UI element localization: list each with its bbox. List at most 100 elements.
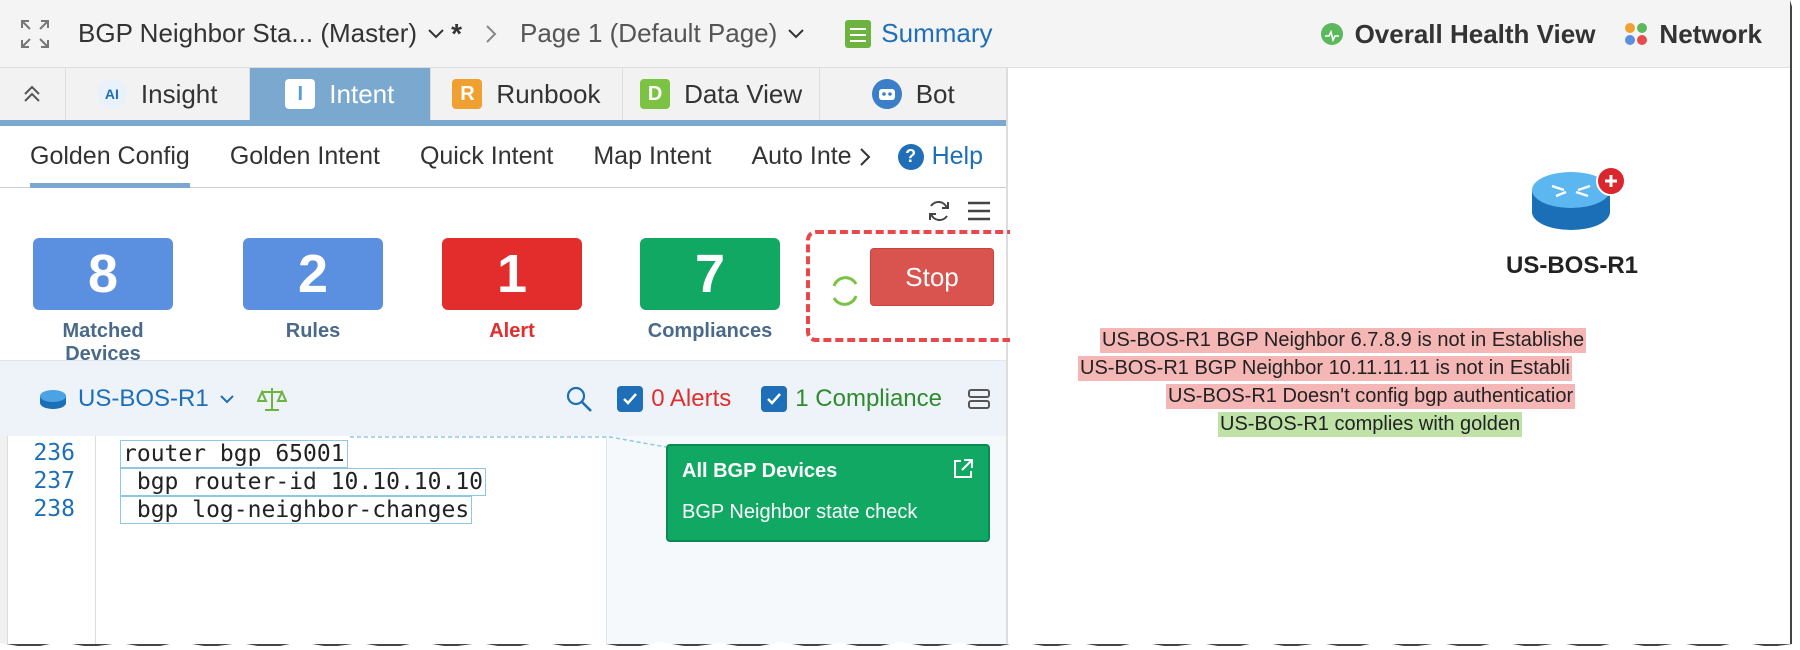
stop-button[interactable]: Stop: [870, 248, 994, 306]
summary-label: Summary: [881, 18, 993, 48]
stats-area: 8 Matched Devices 2 Rules 1 Alert 7 Comp…: [0, 188, 1032, 365]
subtab-map-intent[interactable]: Map Intent: [573, 126, 731, 188]
subtab-auto-intent[interactable]: Auto Inte: [732, 126, 852, 188]
help-link[interactable]: ? Help: [897, 142, 983, 171]
search-icon[interactable]: [565, 385, 593, 413]
layout-icon[interactable]: [966, 386, 992, 412]
toolbar: [926, 198, 992, 224]
stat-value: 2: [243, 238, 383, 310]
health-icon: [1320, 23, 1343, 45]
ai-insight-icon: AI: [96, 79, 127, 109]
page-selector[interactable]: Page 1 (Default Page): [520, 18, 777, 49]
tab-label: Intent: [329, 78, 395, 109]
subtab-golden-intent[interactable]: Golden Intent: [210, 126, 400, 188]
stat-label: Compliances: [647, 320, 773, 342]
stop-highlight: Stop: [806, 230, 1032, 342]
top-right-actions: Overall Health View Network: [1320, 0, 1762, 68]
compliance-checkbox[interactable]: [761, 385, 788, 412]
overall-health-view-button[interactable]: Overall Health View: [1355, 19, 1596, 50]
double-chevron-up-icon: [24, 85, 41, 102]
intent-icon: I: [285, 79, 316, 109]
stat-rules[interactable]: 2 Rules: [243, 238, 383, 343]
summary-link[interactable]: Summary: [845, 18, 993, 49]
expand-icon[interactable]: [20, 19, 50, 49]
torn-edge-bottom: [0, 642, 1800, 650]
device-bar: US-BOS-R1 0 Alerts 1 Compliance: [0, 360, 1006, 436]
tab-label: Runbook: [496, 78, 601, 109]
checkmark-icon: [767, 392, 782, 405]
tab-insight[interactable]: AI Insight: [66, 68, 250, 120]
tab-label: Insight: [140, 78, 218, 109]
device-label[interactable]: US-BOS-R1: [1506, 252, 1638, 280]
stat-value: 7: [640, 238, 780, 310]
map-note-alert[interactable]: US-BOS-R1 Doesn't config bgp authenticat…: [1166, 384, 1576, 409]
help-label: Help: [931, 142, 983, 170]
stat-value: 1: [442, 238, 582, 310]
loading-spinner-icon: [832, 276, 858, 306]
menu-icon[interactable]: [966, 198, 992, 224]
line-number: 238: [33, 496, 75, 522]
tab-runbook[interactable]: R Runbook: [431, 68, 623, 120]
map-note-alert[interactable]: US-BOS-R1 BGP Neighbor 6.7.8.9 is not in…: [1100, 328, 1587, 353]
collapse-button[interactable]: [0, 68, 66, 120]
config-viewer: 236 237 238 router bgp 65001 bgp router-…: [0, 436, 1006, 644]
torn-edge-right: [1790, 0, 1800, 650]
main-tabs: AI Insight I Intent R Runbook D Data Vie…: [0, 68, 1006, 126]
alerts-checkbox[interactable]: [617, 385, 644, 412]
line-number: 237: [33, 468, 75, 494]
stat-label: Rules: [285, 320, 341, 342]
chevron-right-icon[interactable]: [858, 147, 872, 167]
refresh-icon[interactable]: [926, 198, 952, 224]
help-icon: ?: [897, 143, 924, 170]
top-bar: BGP Neighbor Sta... (Master) * Page 1 (D…: [0, 0, 1790, 68]
checkmark-icon: [623, 392, 638, 405]
tab-label: Bot: [915, 78, 955, 109]
stat-label: Alert: [489, 320, 535, 342]
subtab-golden-config[interactable]: Golden Config: [0, 126, 210, 188]
chevron-right-icon: [486, 24, 497, 43]
intent-card[interactable]: All BGP Devices BGP Neighbor state check: [666, 444, 990, 542]
tab-label: Data View: [684, 78, 803, 109]
intent-card-subtitle: BGP Neighbor state check: [682, 501, 918, 523]
app-window: BGP Neighbor Sta... (Master) * Page 1 (D…: [0, 0, 1792, 646]
chevron-down-icon[interactable]: [427, 25, 445, 43]
runbook-icon: R: [452, 79, 483, 109]
intent-card-title: All BGP Devices: [682, 460, 838, 482]
add-badge-icon: [1596, 166, 1626, 196]
sub-tabs: Golden Config Golden Intent Quick Intent…: [0, 126, 1006, 188]
external-link-icon[interactable]: [952, 458, 974, 480]
line-number: 236: [33, 440, 75, 466]
left-panel: AI Insight I Intent R Runbook D Data Vie…: [0, 68, 1032, 644]
bot-icon: [871, 79, 902, 109]
map-note-compliance[interactable]: US-BOS-R1 complies with golden: [1218, 412, 1523, 437]
config-line: bgp router-id 10.10.10.10: [120, 468, 487, 496]
compliance-filter-label[interactable]: 1 Compliance: [795, 385, 942, 413]
map-title[interactable]: BGP Neighbor Sta... (Master): [78, 18, 417, 49]
compare-icon[interactable]: [256, 384, 287, 414]
summary-icon: [845, 19, 872, 48]
stat-value: 8: [33, 238, 173, 310]
network-button[interactable]: Network: [1659, 19, 1762, 50]
stat-compliances[interactable]: 7 Compliances: [640, 238, 780, 343]
chevron-down-icon[interactable]: [787, 25, 805, 43]
tab-bot[interactable]: Bot: [820, 68, 1006, 120]
config-line: bgp log-neighbor-changes: [120, 496, 473, 524]
router-icon: [40, 389, 66, 409]
map-canvas[interactable]: US-BOS-R1 US-BOS-R1 BGP Neighbor 6.7.8.9…: [1010, 68, 1790, 644]
device-selector[interactable]: US-BOS-R1: [78, 385, 209, 413]
stat-alert[interactable]: 1 Alert: [442, 238, 582, 343]
data-view-icon: D: [640, 79, 671, 109]
device-bar-filters: 0 Alerts 1 Compliance: [565, 385, 992, 413]
tab-data-view[interactable]: D Data View: [623, 68, 821, 120]
stat-matched-devices[interactable]: 8 Matched Devices: [33, 238, 173, 366]
subtab-quick-intent[interactable]: Quick Intent: [400, 126, 573, 188]
config-line: router bgp 65001: [120, 440, 348, 468]
unsaved-indicator: *: [451, 17, 462, 49]
code-scroll-edge: [0, 436, 8, 644]
connector-line: [350, 436, 667, 448]
chevron-down-icon[interactable]: [219, 391, 235, 407]
alerts-filter-label[interactable]: 0 Alerts: [651, 385, 731, 413]
network-icon: [1625, 23, 1648, 45]
tab-intent[interactable]: I Intent: [249, 68, 432, 120]
map-note-alert[interactable]: US-BOS-R1 BGP Neighbor 10.11.11.11 is no…: [1078, 356, 1572, 381]
